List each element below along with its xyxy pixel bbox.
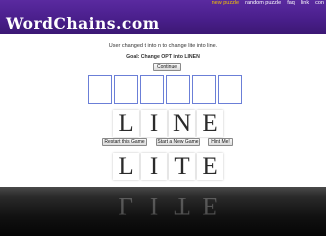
letter-tile: I xyxy=(141,110,167,137)
change-message: User changed t into n to change lite int… xyxy=(108,43,218,49)
current-word: L I N E xyxy=(113,110,223,137)
letter-input-box[interactable] xyxy=(166,75,190,104)
nav-new-puzzle[interactable]: new puzzle xyxy=(212,0,240,8)
nav-contact[interactable]: con xyxy=(315,0,324,8)
nav-faq[interactable]: faq xyxy=(287,0,295,8)
continue-button[interactable]: Continue xyxy=(153,63,181,71)
reflection-tile: T xyxy=(174,192,190,219)
previous-word-reflection: L I T E xyxy=(113,192,223,219)
letter-tile: L xyxy=(113,110,139,137)
reflection-tile: E xyxy=(202,192,218,219)
letter-tile: I xyxy=(141,153,167,180)
letter-input-row xyxy=(88,75,242,104)
reflection-band: L I T E xyxy=(0,187,326,236)
site-header: new puzzle random puzzle faq link con Wo… xyxy=(0,0,326,34)
letter-tile: E xyxy=(197,153,223,180)
letter-input-box[interactable] xyxy=(192,75,216,104)
letter-tile: L xyxy=(113,153,139,180)
letter-input-box[interactable] xyxy=(218,75,242,104)
goal-message: Goal: Change OPT into LINEN xyxy=(126,54,200,60)
reflection-tile: I xyxy=(149,192,159,219)
new-game-button[interactable]: Start a New Game xyxy=(156,138,200,146)
top-nav: new puzzle random puzzle faq link con xyxy=(212,0,326,8)
reflection-tile: L xyxy=(118,192,134,219)
nav-link[interactable]: link xyxy=(301,0,309,8)
letter-input-box[interactable] xyxy=(88,75,112,104)
letter-input-box[interactable] xyxy=(114,75,138,104)
nav-random-puzzle[interactable]: random puzzle xyxy=(245,0,281,8)
letter-input-box[interactable] xyxy=(140,75,164,104)
letter-tile: E xyxy=(197,110,223,137)
previous-word: L I T E xyxy=(113,153,223,180)
hint-button[interactable]: Hint Me! xyxy=(208,138,233,146)
letter-tile: T xyxy=(169,153,195,180)
letter-tile: N xyxy=(169,110,195,137)
site-logo[interactable]: WordChains.com xyxy=(6,14,160,33)
restart-game-button[interactable]: Restart this Game xyxy=(102,138,147,146)
